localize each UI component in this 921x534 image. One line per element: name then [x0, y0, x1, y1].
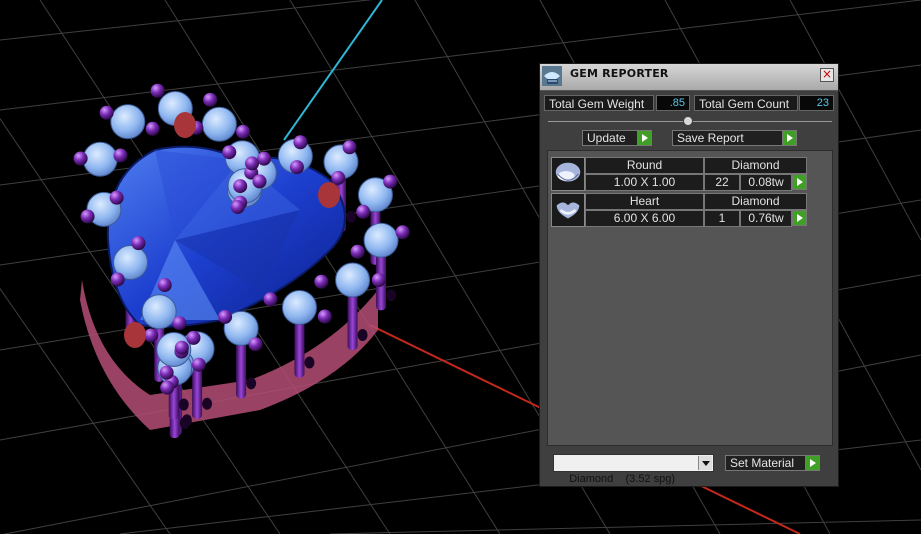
accent-stone — [110, 104, 146, 140]
gallery-hole — [386, 289, 397, 302]
prong-ball — [263, 292, 278, 307]
title-bar[interactable]: GEM REPORTER × — [540, 64, 838, 91]
material-select[interactable]: Diamond (3.52 spg) — [553, 454, 714, 485]
prong-ball — [73, 151, 88, 166]
play-icon — [782, 131, 796, 145]
update-label: Update — [587, 131, 626, 145]
prong-ball — [331, 170, 346, 185]
prong-ball — [289, 160, 304, 175]
gem-shape: Round — [585, 157, 704, 174]
prong-ball — [157, 278, 172, 293]
gallery-hole — [345, 210, 356, 223]
prong-ball — [99, 105, 114, 120]
prong-ball — [218, 309, 233, 324]
prong-ball — [109, 190, 124, 205]
select-gem-button[interactable] — [792, 210, 807, 226]
prong-ball — [383, 174, 398, 189]
prong-ball — [159, 365, 174, 380]
prong-ball — [257, 151, 272, 166]
play-icon — [637, 131, 651, 145]
prong-ball — [174, 340, 189, 355]
close-button[interactable]: × — [820, 68, 834, 82]
set-material-label: Set Material — [730, 456, 795, 470]
prong-ball — [222, 145, 237, 160]
gem-count: 1 — [704, 210, 740, 227]
gem-size: 6.00 X 6.00 — [585, 210, 704, 227]
select-gem-button[interactable] — [792, 174, 807, 190]
list-item[interactable]: Round Diamond 1.00 X 1.00 22 0.08tw — [551, 157, 809, 191]
panel-title: GEM REPORTER — [570, 67, 669, 80]
gem-count: 22 — [704, 174, 740, 191]
prong-ball — [356, 204, 371, 219]
collapse-handle[interactable] — [683, 116, 693, 126]
prong-ball — [110, 272, 125, 287]
material-select-value: Diamond (3.52 spg) — [569, 473, 676, 485]
gallery-hole — [202, 397, 213, 410]
prong-ball — [186, 330, 201, 345]
accent-stone — [335, 262, 371, 298]
accent-stone — [201, 106, 237, 142]
prong-ball — [245, 156, 260, 171]
close-icon: × — [821, 67, 833, 81]
prong-ball — [160, 380, 175, 395]
gem-weight: 0.76tw — [740, 210, 792, 227]
accent-stone — [363, 222, 399, 258]
prong-ball — [191, 357, 206, 372]
gem-weight: 0.08tw — [740, 174, 792, 191]
gem-list[interactable]: Round Diamond 1.00 X 1.00 22 0.08tw Hear… — [547, 150, 833, 446]
gem-size: 1.00 X 1.00 — [585, 174, 704, 191]
round-gem-icon — [551, 157, 585, 191]
gem-shape: Heart — [585, 193, 704, 210]
prong-ball — [144, 328, 159, 343]
prong-ball — [314, 274, 329, 289]
prong-ball — [113, 148, 128, 163]
heart-gem-icon — [551, 193, 585, 227]
update-button[interactable]: Update — [582, 130, 652, 146]
gallery-hole — [179, 417, 190, 430]
prong-ball — [145, 121, 160, 136]
gallery-hole — [178, 398, 189, 411]
accent-stone — [82, 141, 118, 177]
save-report-label: Save Report — [677, 131, 744, 145]
prong-ball — [293, 135, 308, 150]
prong-ball — [395, 225, 410, 240]
prong-ball — [233, 179, 248, 194]
set-material-button[interactable]: Set Material — [725, 455, 820, 471]
gallery-hole — [246, 377, 257, 390]
gem-material: Diamond — [704, 157, 807, 174]
total-gem-weight-label: Total Gem Weight — [544, 95, 654, 111]
prong-ball — [131, 236, 146, 251]
prong-ball — [172, 316, 187, 331]
prong-ball — [342, 140, 357, 155]
prong-ball — [317, 309, 332, 324]
gallery-hole — [304, 356, 315, 369]
prong-ball — [248, 337, 263, 352]
prong-ball — [203, 92, 218, 107]
list-item[interactable]: Heart Diamond 6.00 X 6.00 1 0.76tw — [551, 193, 809, 227]
gem-reporter-panel: GEM REPORTER × Total Gem Weight .85 Tota… — [539, 63, 839, 487]
gallery-hole — [357, 328, 368, 341]
accent-stone — [141, 294, 177, 330]
prong-ball — [80, 209, 95, 224]
chevron-down-icon[interactable] — [698, 456, 712, 470]
prong-ball — [236, 124, 251, 139]
play-icon — [805, 456, 819, 470]
prong-ball — [371, 272, 386, 287]
prong-ball — [150, 83, 165, 98]
total-gem-count-label: Total Gem Count — [694, 95, 798, 111]
gem-material: Diamond — [704, 193, 807, 210]
accent-stone — [281, 289, 317, 325]
gem-reporter-icon — [542, 66, 562, 86]
save-report-button[interactable]: Save Report — [672, 130, 797, 146]
total-gem-weight-value: .85 — [656, 95, 690, 111]
total-gem-count-value: 23 — [799, 95, 834, 111]
prong-ball — [350, 244, 365, 259]
prong-ball — [252, 174, 267, 189]
prong-ball — [230, 199, 245, 214]
